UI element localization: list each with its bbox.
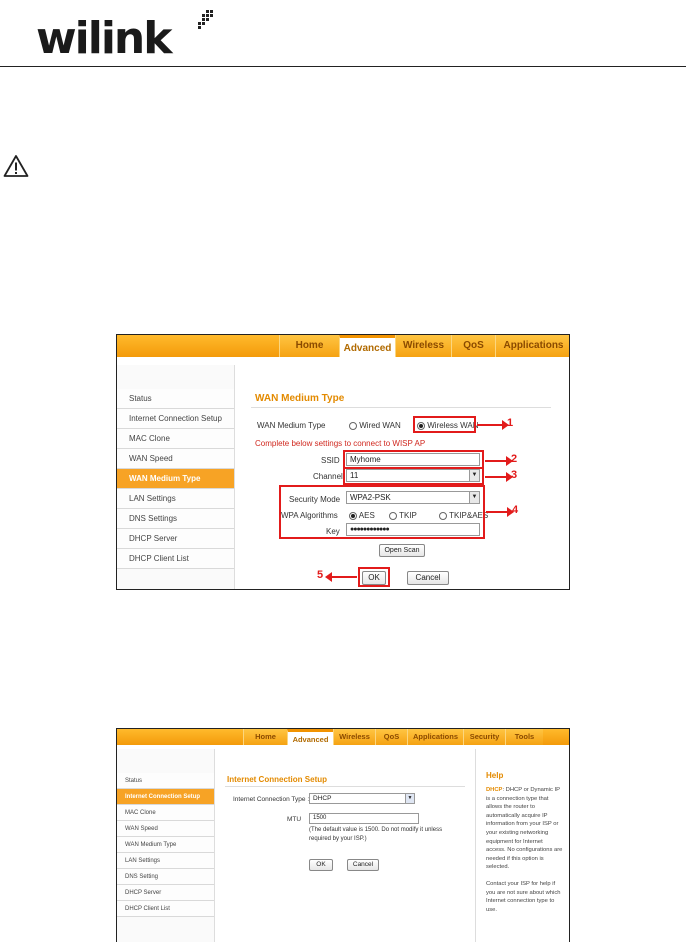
nav-tabs: Home Advanced Wireless QoS Applications: [279, 335, 569, 357]
sidebar: Status Internet Connection Setup MAC Clo…: [117, 749, 215, 942]
arrow-3: [485, 472, 513, 482]
tab-home[interactable]: Home: [279, 335, 339, 357]
cancel-button[interactable]: Cancel: [407, 571, 449, 585]
section-title: Internet Connection Setup: [227, 775, 327, 784]
sidebar-item-dhcp-server[interactable]: DHCP Server: [117, 529, 234, 549]
sidebar-item-dns-settings[interactable]: DNS Settings: [117, 509, 234, 529]
nav-tabs: Home Advanced Wireless QoS Applications …: [243, 729, 543, 745]
sidebar-item-lan-settings[interactable]: LAN Settings: [117, 489, 234, 509]
sidebar-item-internet-connection-setup[interactable]: Internet Connection Setup: [117, 409, 234, 429]
tab-qos[interactable]: QoS: [375, 729, 407, 745]
sidebar-item-mac-clone[interactable]: MAC Clone: [117, 805, 214, 821]
highlight-box-4: [279, 485, 485, 539]
tab-applications[interactable]: Applications: [495, 335, 569, 357]
chevron-down-icon[interactable]: ▼: [405, 794, 414, 803]
ssid-label: SSID: [321, 456, 340, 465]
warning-icon: [3, 155, 29, 177]
arrow-5: [325, 572, 357, 582]
mtu-hint-1: (The default value is 1500. Do not modif…: [309, 827, 443, 833]
logo-dots-icon: [198, 10, 213, 29]
connection-type-select[interactable]: DHCP ▼: [309, 793, 415, 804]
highlight-box-3: [343, 467, 484, 485]
help-keyword: DHCP: [486, 787, 503, 793]
mtu-input[interactable]: 1500: [309, 813, 419, 824]
help-contact: Contact your ISP for help if you are not…: [486, 880, 561, 913]
sidebar-item-wan-speed[interactable]: WAN Speed: [117, 449, 234, 469]
callout-1: 1: [507, 417, 514, 429]
tab-applications[interactable]: Applications: [407, 729, 463, 745]
connection-type-label: Internet Connection Type :: [233, 796, 310, 803]
mtu-hint-2: required by your ISP.): [309, 836, 367, 842]
sidebar-item-dns-setting[interactable]: DNS Setting: [117, 869, 214, 885]
mtu-label: MTU: [287, 816, 302, 823]
tab-wireless[interactable]: Wireless: [333, 729, 375, 745]
sidebar-item-status[interactable]: Status: [117, 773, 214, 789]
arrow-1: [477, 420, 509, 430]
tab-security[interactable]: Security: [463, 729, 505, 745]
tab-advanced[interactable]: Advanced: [339, 335, 395, 357]
wired-wan-radio[interactable]: [349, 421, 357, 430]
internet-connection-screenshot: Home Advanced Wireless QoS Applications …: [116, 728, 570, 942]
highlight-box-1: [413, 416, 476, 433]
sidebar-item-wan-speed[interactable]: WAN Speed: [117, 821, 214, 837]
sidebar-item-wan-medium-type[interactable]: WAN Medium Type: [117, 837, 214, 853]
tab-wireless[interactable]: Wireless: [395, 335, 451, 357]
highlight-box-5: [358, 567, 390, 587]
callout-3: 3: [511, 469, 518, 481]
sidebar-item-internet-connection-setup[interactable]: Internet Connection Setup: [117, 789, 214, 805]
section-title: WAN Medium Type: [255, 393, 345, 404]
brand-logo: wilink: [36, 8, 213, 64]
cancel-button[interactable]: Cancel: [347, 859, 379, 871]
arrow-2: [485, 456, 513, 466]
tab-tools[interactable]: Tools: [505, 729, 543, 745]
sidebar-item-lan-settings[interactable]: LAN Settings: [117, 853, 214, 869]
help-title: Help: [486, 771, 504, 780]
sidebar-item-dhcp-client-list[interactable]: DHCP Client List: [117, 901, 214, 917]
connection-type-value: DHCP: [313, 795, 332, 802]
tab-qos[interactable]: QoS: [451, 335, 495, 357]
section-divider: [251, 407, 551, 408]
wired-wan-option[interactable]: Wired WAN: [349, 421, 401, 430]
sidebar-item-mac-clone[interactable]: MAC Clone: [117, 429, 234, 449]
section-divider: [225, 786, 465, 787]
wisp-notice: Complete below settings to connect to WI…: [255, 439, 426, 448]
header-divider: [0, 66, 686, 67]
callout-2: 2: [511, 453, 518, 465]
ok-button[interactable]: OK: [309, 859, 333, 871]
arrow-4: [486, 507, 514, 517]
wired-wan-label: Wired WAN: [359, 421, 401, 430]
open-scan-button[interactable]: Open Scan: [379, 544, 425, 557]
sidebar-item-dhcp-client-list[interactable]: DHCP Client List: [117, 549, 234, 569]
sidebar-item-status[interactable]: Status: [117, 389, 234, 409]
sidebar-item-dhcp-server[interactable]: DHCP Server: [117, 885, 214, 901]
channel-label: Channel: [313, 472, 343, 481]
callout-4: 4: [512, 504, 519, 516]
sidebar: Status Internet Connection Setup MAC Clo…: [117, 365, 235, 589]
help-body-text: : DHCP or Dynamic IP is a connection typ…: [486, 787, 563, 871]
callout-5: 5: [317, 569, 324, 581]
tab-home[interactable]: Home: [243, 729, 287, 745]
wan-medium-label: WAN Medium Type: [257, 421, 326, 430]
wan-medium-screenshot: Home Advanced Wireless QoS Applications …: [116, 334, 570, 590]
help-panel: Help DHCP: DHCP or Dynamic IP is a conne…: [475, 749, 569, 942]
help-body: DHCP: DHCP or Dynamic IP is a connection…: [486, 786, 563, 872]
logo-text: wilink: [36, 13, 172, 64]
sidebar-item-wan-medium-type[interactable]: WAN Medium Type: [117, 469, 234, 489]
tab-advanced[interactable]: Advanced: [287, 729, 333, 745]
